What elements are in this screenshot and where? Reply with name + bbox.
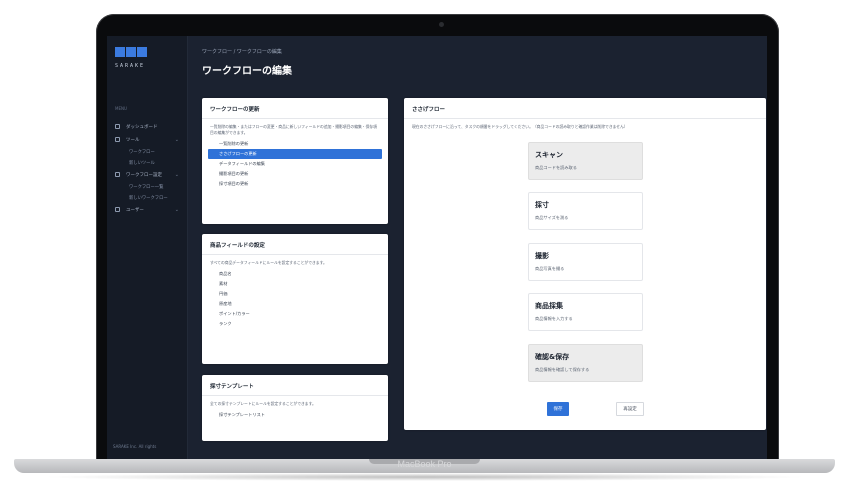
product-fields-card: 商品フィールドの設定 すべての商品データフィールドにルールを設定することができま…	[202, 234, 388, 364]
field-item[interactable]: 素材	[208, 279, 382, 289]
sidebar-subitem-new-tool[interactable]: 新しいツール	[107, 157, 187, 168]
sidebar-item-tools[interactable]: ツール ⌄	[107, 133, 187, 146]
breadcrumb[interactable]: ワークフロー / ワークフローの編集	[202, 48, 282, 55]
card-title: 商品フィールドの設定	[202, 234, 388, 255]
app-screen: SARAKE MENU ダッシュボード ツール ⌄ ワークフロー 新しいツール …	[107, 36, 767, 459]
main-content: ワークフロー / ワークフローの編集 ワークフローの編集 ワークフローの更新 一…	[187, 36, 767, 459]
field-item[interactable]: ランク	[208, 319, 382, 329]
flow-step-confirm-save: 確認&保存 商品情報を確認して保存する	[528, 344, 643, 382]
sidebar-item-label: ツール	[126, 137, 140, 143]
step-title: スキャン	[535, 151, 563, 159]
nav-section-label: MENU	[115, 106, 127, 111]
reset-button[interactable]: 再設定	[616, 402, 644, 416]
sidebar-item-label: ワークフロー設定	[126, 172, 162, 178]
step-desc: 商品写真を撮る	[535, 266, 565, 271]
workflow-settings-card: ワークフローの更新 一覧削除の編集・またはフローの変更・商品に新しいフィールドの…	[202, 98, 388, 224]
option-item[interactable]: 撮影項目の更新	[208, 169, 382, 179]
chevron-down-icon: ⌄	[174, 206, 179, 213]
field-item[interactable]: 円価	[208, 289, 382, 299]
option-item-active[interactable]: ささげフローの更新	[208, 149, 382, 159]
step-desc: 商品情報を入力する	[535, 316, 573, 321]
template-list-link[interactable]: 採寸テンプレートリスト	[208, 410, 382, 420]
flow-step-photo[interactable]: 撮影 商品写真を撮る	[528, 243, 643, 281]
field-item[interactable]: 原産地	[208, 299, 382, 309]
sidebar-item-users[interactable]: ユーザー ⌄	[107, 203, 187, 216]
device-label: MacBook Pro	[397, 459, 452, 469]
flow-hint: 現在のささげフローに沿って、タスクの順番をドラッグしてください。（商品コードの読…	[412, 124, 628, 129]
logo-text: SARAKE	[115, 63, 146, 69]
workflow-icon	[115, 172, 120, 177]
logo: SARAKE	[115, 42, 148, 69]
sidebar-item-dashboard[interactable]: ダッシュボード	[107, 120, 187, 133]
step-desc: 商品コードを読み取る	[535, 165, 577, 170]
card-description: すべての商品データフィールドにルールを設定することができます。	[210, 260, 327, 265]
flow-step-measure[interactable]: 採寸 商品サイズを測る	[528, 192, 643, 230]
field-item[interactable]: 商品名	[208, 269, 382, 279]
size-template-card: 採寸テンプレート 全ての採寸テンプレートにルールを設定することができます。 採寸…	[202, 375, 388, 441]
sidebar-item-label: ダッシュボード	[126, 124, 158, 130]
card-title: ワークフローの更新	[202, 98, 388, 119]
sidebar-subitem-new-workflow[interactable]: 新しいワークフロー	[107, 192, 187, 203]
card-description: 一覧削除の編集・またはフローの変更・商品に新しいフィールドの追加・撮影項目の編集…	[210, 124, 377, 135]
sidebar-nav: ダッシュボード ツール ⌄ ワークフロー 新しいツール ワークフロー設定 ⌄ ワ…	[107, 120, 187, 216]
option-item[interactable]: 採寸項目の更新	[208, 179, 382, 189]
flow-card: ささげフロー 現在のささげフローに沿って、タスクの順番をドラッグしてください。（…	[404, 98, 766, 430]
card-description: 全ての採寸テンプレートにルールを設定することができます。	[210, 401, 316, 406]
laptop-shadow	[40, 473, 809, 481]
flow-step-product-info[interactable]: 商品採集 商品情報を入力する	[528, 293, 643, 331]
sidebar-item-workflow-settings[interactable]: ワークフロー設定 ⌄	[107, 168, 187, 181]
tool-icon	[115, 137, 120, 142]
step-title: 確認&保存	[535, 353, 570, 361]
field-item[interactable]: ポイント/カラー	[208, 309, 382, 319]
step-desc: 商品情報を確認して保存する	[535, 367, 590, 372]
user-icon	[115, 207, 120, 212]
option-item[interactable]: データフィールドの編集	[208, 159, 382, 169]
sidebar: SARAKE MENU ダッシュボード ツール ⌄ ワークフロー 新しいツール …	[107, 36, 188, 459]
card-title: 採寸テンプレート	[202, 375, 388, 396]
step-title: 商品採集	[535, 302, 563, 310]
step-title: 撮影	[535, 252, 549, 260]
save-button[interactable]: 保存	[547, 402, 569, 416]
chevron-down-icon: ⌄	[174, 136, 179, 143]
home-icon	[115, 124, 120, 129]
flow-step-scan: スキャン 商品コードを読み取る	[528, 142, 643, 180]
sidebar-subitem-workflow[interactable]: ワークフロー	[107, 146, 187, 157]
sidebar-subitem-workflow-list[interactable]: ワークフロー一覧	[107, 181, 187, 192]
camera-icon	[439, 22, 444, 27]
step-desc: 商品サイズを測る	[535, 215, 569, 220]
card-title: ささげフロー	[404, 98, 766, 119]
step-title: 採寸	[535, 201, 549, 209]
page-title: ワークフローの編集	[202, 66, 292, 77]
option-item[interactable]: 一覧削除の更新	[208, 139, 382, 149]
chevron-down-icon: ⌄	[174, 171, 179, 178]
sidebar-item-label: ユーザー	[126, 207, 144, 213]
sidebar-footer: SARAKE Inc. All rights	[113, 444, 157, 449]
